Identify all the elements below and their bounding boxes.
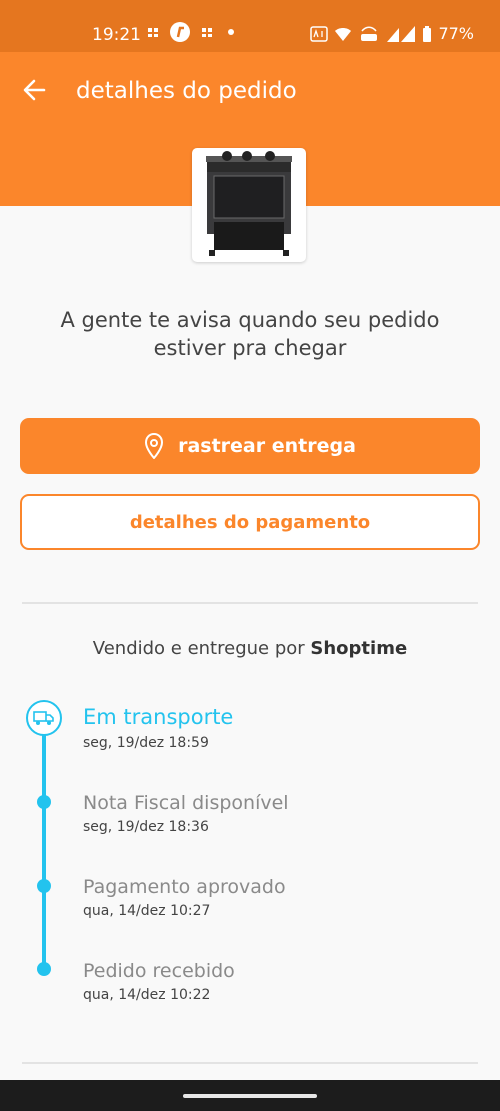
seller-info: Vendido e entregue por Shoptime: [0, 638, 500, 659]
wifi-icon: [335, 27, 352, 41]
timeline-event-title: Nota Fiscal disponível: [83, 792, 289, 814]
volte-icon: [361, 26, 378, 41]
signal-icon: [387, 25, 416, 42]
track-delivery-label: rastrear entrega: [178, 435, 356, 457]
status-time: 19:21: [92, 25, 141, 45]
timeline-event-date: qua, 14/dez 10:22: [83, 987, 211, 1003]
status-bar: 19:21 77%: [0, 0, 500, 52]
truck-icon: [33, 711, 54, 725]
timeline-current-marker: [26, 700, 62, 736]
home-gesture-handle[interactable]: [183, 1094, 317, 1098]
track-delivery-button[interactable]: rastrear entrega: [20, 418, 480, 474]
dot-icon: [228, 29, 234, 35]
seller-name: Shoptime: [310, 638, 408, 659]
timeline-event-date: seg, 19/dez 18:36: [83, 819, 209, 835]
payment-details-button[interactable]: detalhes do pagamento: [20, 494, 480, 550]
product-image[interactable]: [192, 148, 306, 262]
page-title: detalhes do pedido: [76, 78, 297, 104]
stove-product-image: [206, 151, 292, 256]
seller-prefix: Vendido e entregue por: [92, 638, 305, 659]
system-nav-bar: [0, 1080, 500, 1111]
payment-details-label: detalhes do pagamento: [129, 511, 371, 533]
divider: [22, 1062, 478, 1064]
auto-icon: [310, 25, 329, 42]
notification-icon: [202, 28, 212, 37]
battery-icon: [423, 25, 432, 42]
timeline-event-date: seg, 19/dez 18:59: [83, 735, 209, 751]
app-icon: [170, 22, 190, 42]
location-pin-icon: [145, 433, 164, 459]
timeline-event-title: Pagamento aprovado: [83, 876, 286, 898]
timeline-dot: [37, 962, 51, 976]
timeline-line: [42, 733, 46, 971]
divider: [22, 602, 478, 604]
timeline-dot: [37, 795, 51, 809]
arrow-left-icon: [23, 79, 46, 101]
timeline-event-title: Pedido recebido: [83, 960, 235, 982]
back-button[interactable]: [20, 76, 52, 104]
battery-level: 77%: [438, 24, 474, 43]
timeline-event-date: qua, 14/dez 10:27: [83, 903, 211, 919]
timeline-event-title: Em transporte: [83, 705, 234, 729]
notification-icon: [148, 28, 158, 37]
delivery-notice: A gente te avisa quando seu pedido estiv…: [60, 308, 440, 360]
timeline-dot: [37, 879, 51, 893]
